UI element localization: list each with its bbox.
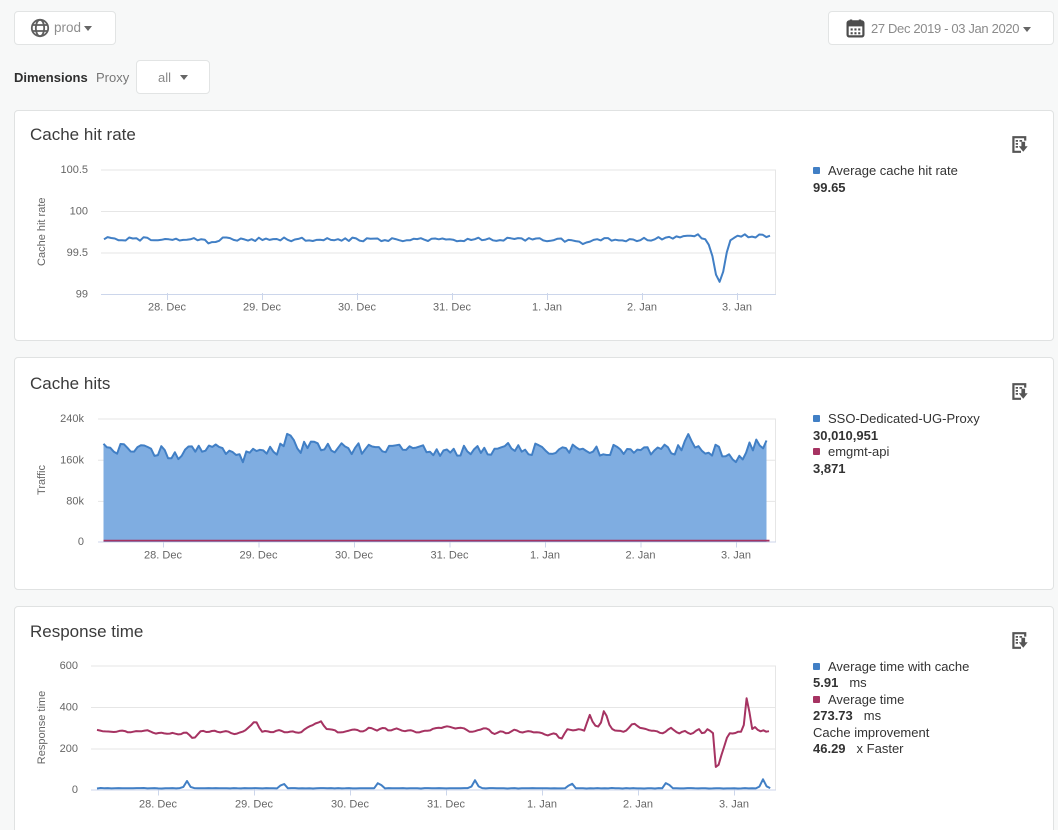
svg-text:30. Dec: 30. Dec	[335, 550, 373, 562]
svg-text:2. Jan: 2. Jan	[627, 302, 657, 314]
svg-text:80k: 80k	[66, 495, 84, 507]
svg-text:3. Jan: 3. Jan	[721, 550, 751, 562]
svg-text:200: 200	[60, 743, 78, 755]
svg-text:100: 100	[70, 206, 88, 218]
svg-text:2. Jan: 2. Jan	[623, 799, 653, 811]
svg-text:31. Dec: 31. Dec	[427, 799, 465, 811]
svg-text:1. Jan: 1. Jan	[527, 799, 557, 811]
svg-text:100.5: 100.5	[60, 164, 88, 176]
svg-text:2. Jan: 2. Jan	[626, 550, 656, 562]
svg-text:30. Dec: 30. Dec	[338, 302, 376, 314]
svg-text:600: 600	[60, 660, 78, 672]
svg-text:99.5: 99.5	[67, 247, 88, 259]
svg-text:Cache hit rate: Cache hit rate	[36, 198, 48, 266]
svg-text:240k: 240k	[60, 413, 84, 425]
svg-text:99: 99	[76, 289, 88, 301]
svg-text:1. Jan: 1. Jan	[530, 550, 560, 562]
svg-text:29. Dec: 29. Dec	[235, 799, 273, 811]
svg-text:1. Jan: 1. Jan	[532, 302, 562, 314]
svg-text:400: 400	[60, 702, 78, 714]
svg-text:31. Dec: 31. Dec	[433, 302, 471, 314]
svg-text:Response time: Response time	[36, 691, 48, 764]
svg-text:31. Dec: 31. Dec	[431, 550, 469, 562]
svg-text:28. Dec: 28. Dec	[144, 550, 182, 562]
svg-text:0: 0	[78, 536, 84, 548]
svg-text:3. Jan: 3. Jan	[719, 799, 749, 811]
svg-text:29. Dec: 29. Dec	[240, 550, 278, 562]
svg-text:160k: 160k	[60, 454, 84, 466]
svg-text:3. Jan: 3. Jan	[722, 302, 752, 314]
svg-text:0: 0	[72, 784, 78, 796]
svg-text:30. Dec: 30. Dec	[331, 799, 369, 811]
svg-text:29. Dec: 29. Dec	[243, 302, 281, 314]
svg-text:28. Dec: 28. Dec	[139, 799, 177, 811]
svg-text:Traffic: Traffic	[36, 465, 48, 495]
svg-text:28. Dec: 28. Dec	[148, 302, 186, 314]
